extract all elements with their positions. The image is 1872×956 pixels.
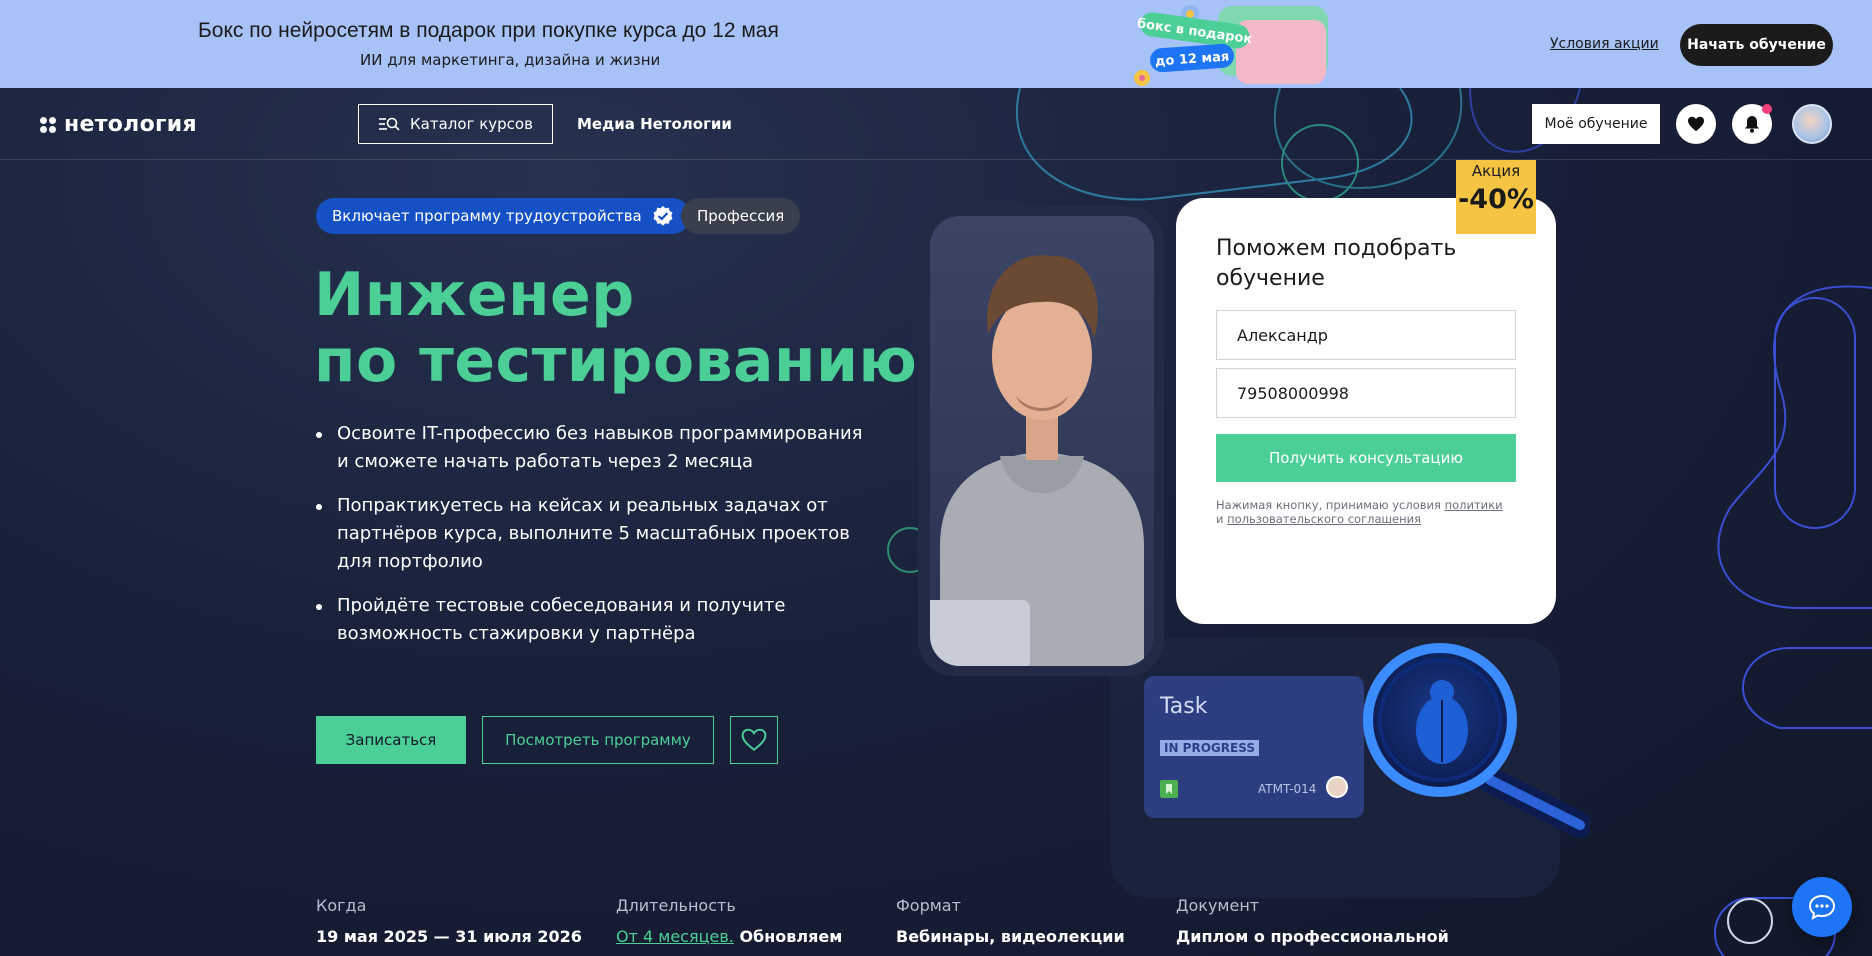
phone-field[interactable]: 79508000998 bbox=[1216, 368, 1516, 418]
info-when: Когда 19 мая 2025 — 31 июля 2026 bbox=[316, 896, 582, 946]
avatar[interactable] bbox=[1792, 104, 1832, 144]
chat-button[interactable] bbox=[1792, 877, 1852, 937]
duration-label: Длительность bbox=[616, 896, 736, 915]
netology-logo[interactable]: нетология bbox=[40, 112, 197, 137]
view-program-button[interactable]: Посмотреть программу bbox=[482, 716, 714, 764]
duration-value: От 4 месяцев. Обновляем bbox=[616, 927, 842, 946]
format-value: Вебинары, видеолекции bbox=[896, 927, 1125, 946]
legal-text-prefix: Нажимая кнопку, принимаю условия bbox=[1216, 498, 1441, 512]
promo-subtitle: ИИ для маркетинга, дизайна и жизни bbox=[360, 51, 661, 69]
start-learning-button[interactable]: Начать обучение bbox=[1680, 24, 1833, 66]
sale-discount: -40% bbox=[1458, 184, 1534, 215]
task-status-badge: IN PROGRESS bbox=[1160, 740, 1259, 756]
task-card: Task IN PROGRESS ATMT-014 bbox=[1144, 676, 1364, 818]
bookmark-icon bbox=[1160, 780, 1178, 798]
benefit-item: Попрактикуетесь на кейсах и реальных зад… bbox=[314, 492, 874, 576]
consultation-form: Поможем подобрать обучение Александр 795… bbox=[1176, 198, 1556, 624]
logo-icon bbox=[40, 116, 56, 133]
logo-text: нетология bbox=[64, 112, 197, 137]
favorites-button[interactable] bbox=[1676, 104, 1716, 144]
my-learning-button[interactable]: Моё обучение bbox=[1532, 104, 1660, 144]
course-title: Инженер по тестированию bbox=[314, 262, 917, 394]
enroll-button[interactable]: Записаться bbox=[316, 716, 466, 764]
document-label: Документ bbox=[1176, 896, 1260, 915]
employment-badge-label: Включает программу трудоустройства bbox=[332, 207, 642, 225]
sale-tag: Акция -40% bbox=[1456, 160, 1536, 234]
legal-text: Нажимая кнопку, принимаю условия политик… bbox=[1216, 498, 1516, 526]
when-value: 19 мая 2025 — 31 июля 2026 bbox=[316, 927, 582, 946]
verified-check-icon bbox=[653, 206, 673, 226]
chat-icon bbox=[1808, 894, 1836, 920]
format-label: Формат bbox=[896, 896, 961, 915]
student-illustration bbox=[930, 255, 1144, 666]
document-value: Диплом о профессиональной bbox=[1176, 927, 1449, 946]
catalog-search-icon bbox=[379, 117, 400, 131]
info-format: Формат Вебинары, видеолекции bbox=[896, 896, 1125, 946]
info-document: Документ Диплом о профессиональной bbox=[1176, 896, 1449, 946]
get-consultation-button[interactable]: Получить консультацию bbox=[1216, 434, 1516, 482]
benefit-item: Пройдёте тестовые собеседования и получи… bbox=[314, 592, 874, 648]
catalog-button[interactable]: Каталог курсов bbox=[358, 104, 553, 144]
promo-title: Бокс по нейросетям в подарок при покупке… bbox=[198, 19, 779, 42]
legal-and: и bbox=[1216, 512, 1224, 526]
benefits-list: Освоите IT-профессию без навыков програм… bbox=[314, 420, 874, 664]
magnifier-bug-icon bbox=[1363, 643, 1590, 838]
notifications-button[interactable] bbox=[1732, 104, 1772, 144]
bell-icon bbox=[1745, 116, 1759, 133]
policy-link[interactable]: политики bbox=[1445, 498, 1503, 512]
profession-badge: Профессия bbox=[681, 198, 801, 234]
benefit-item: Освоите IT-профессию без навыков програм… bbox=[314, 420, 874, 476]
form-title: Поможем подобрать обучение bbox=[1216, 236, 1457, 291]
task-title: Task bbox=[1160, 694, 1208, 719]
sale-label: Акция bbox=[1471, 162, 1521, 180]
student-photo bbox=[930, 216, 1154, 666]
course-title-line2: по тестированию bbox=[314, 326, 918, 396]
promo-terms-link[interactable]: Условия акции bbox=[1550, 36, 1659, 52]
duration-link[interactable]: От 4 месяцев. bbox=[616, 927, 734, 946]
media-link[interactable]: Медиа Нетологии bbox=[577, 115, 732, 133]
heart-icon bbox=[1688, 116, 1704, 132]
catalog-label: Каталог курсов bbox=[410, 115, 533, 133]
name-field[interactable]: Александр bbox=[1216, 310, 1516, 360]
gift-box-illustration: бокс в подарок до 12 мая bbox=[1134, 5, 1328, 86]
duration-rest: Обновляем bbox=[739, 927, 843, 946]
course-title-line1: Инженер bbox=[314, 260, 635, 330]
info-duration: Длительность От 4 месяцев. Обновляем bbox=[616, 896, 842, 946]
employment-badge: Включает программу трудоустройства bbox=[316, 198, 690, 234]
notification-dot bbox=[1762, 104, 1772, 114]
add-to-favorites-button[interactable] bbox=[730, 716, 778, 764]
user-agreement-link[interactable]: пользовательского соглашения bbox=[1227, 512, 1421, 526]
when-label: Когда bbox=[316, 896, 367, 915]
task-id: ATMT-014 bbox=[1258, 782, 1317, 796]
promo-banner: Бокс по нейросетям в подарок при покупке… bbox=[0, 0, 1872, 88]
heart-outline-icon bbox=[741, 728, 767, 751]
